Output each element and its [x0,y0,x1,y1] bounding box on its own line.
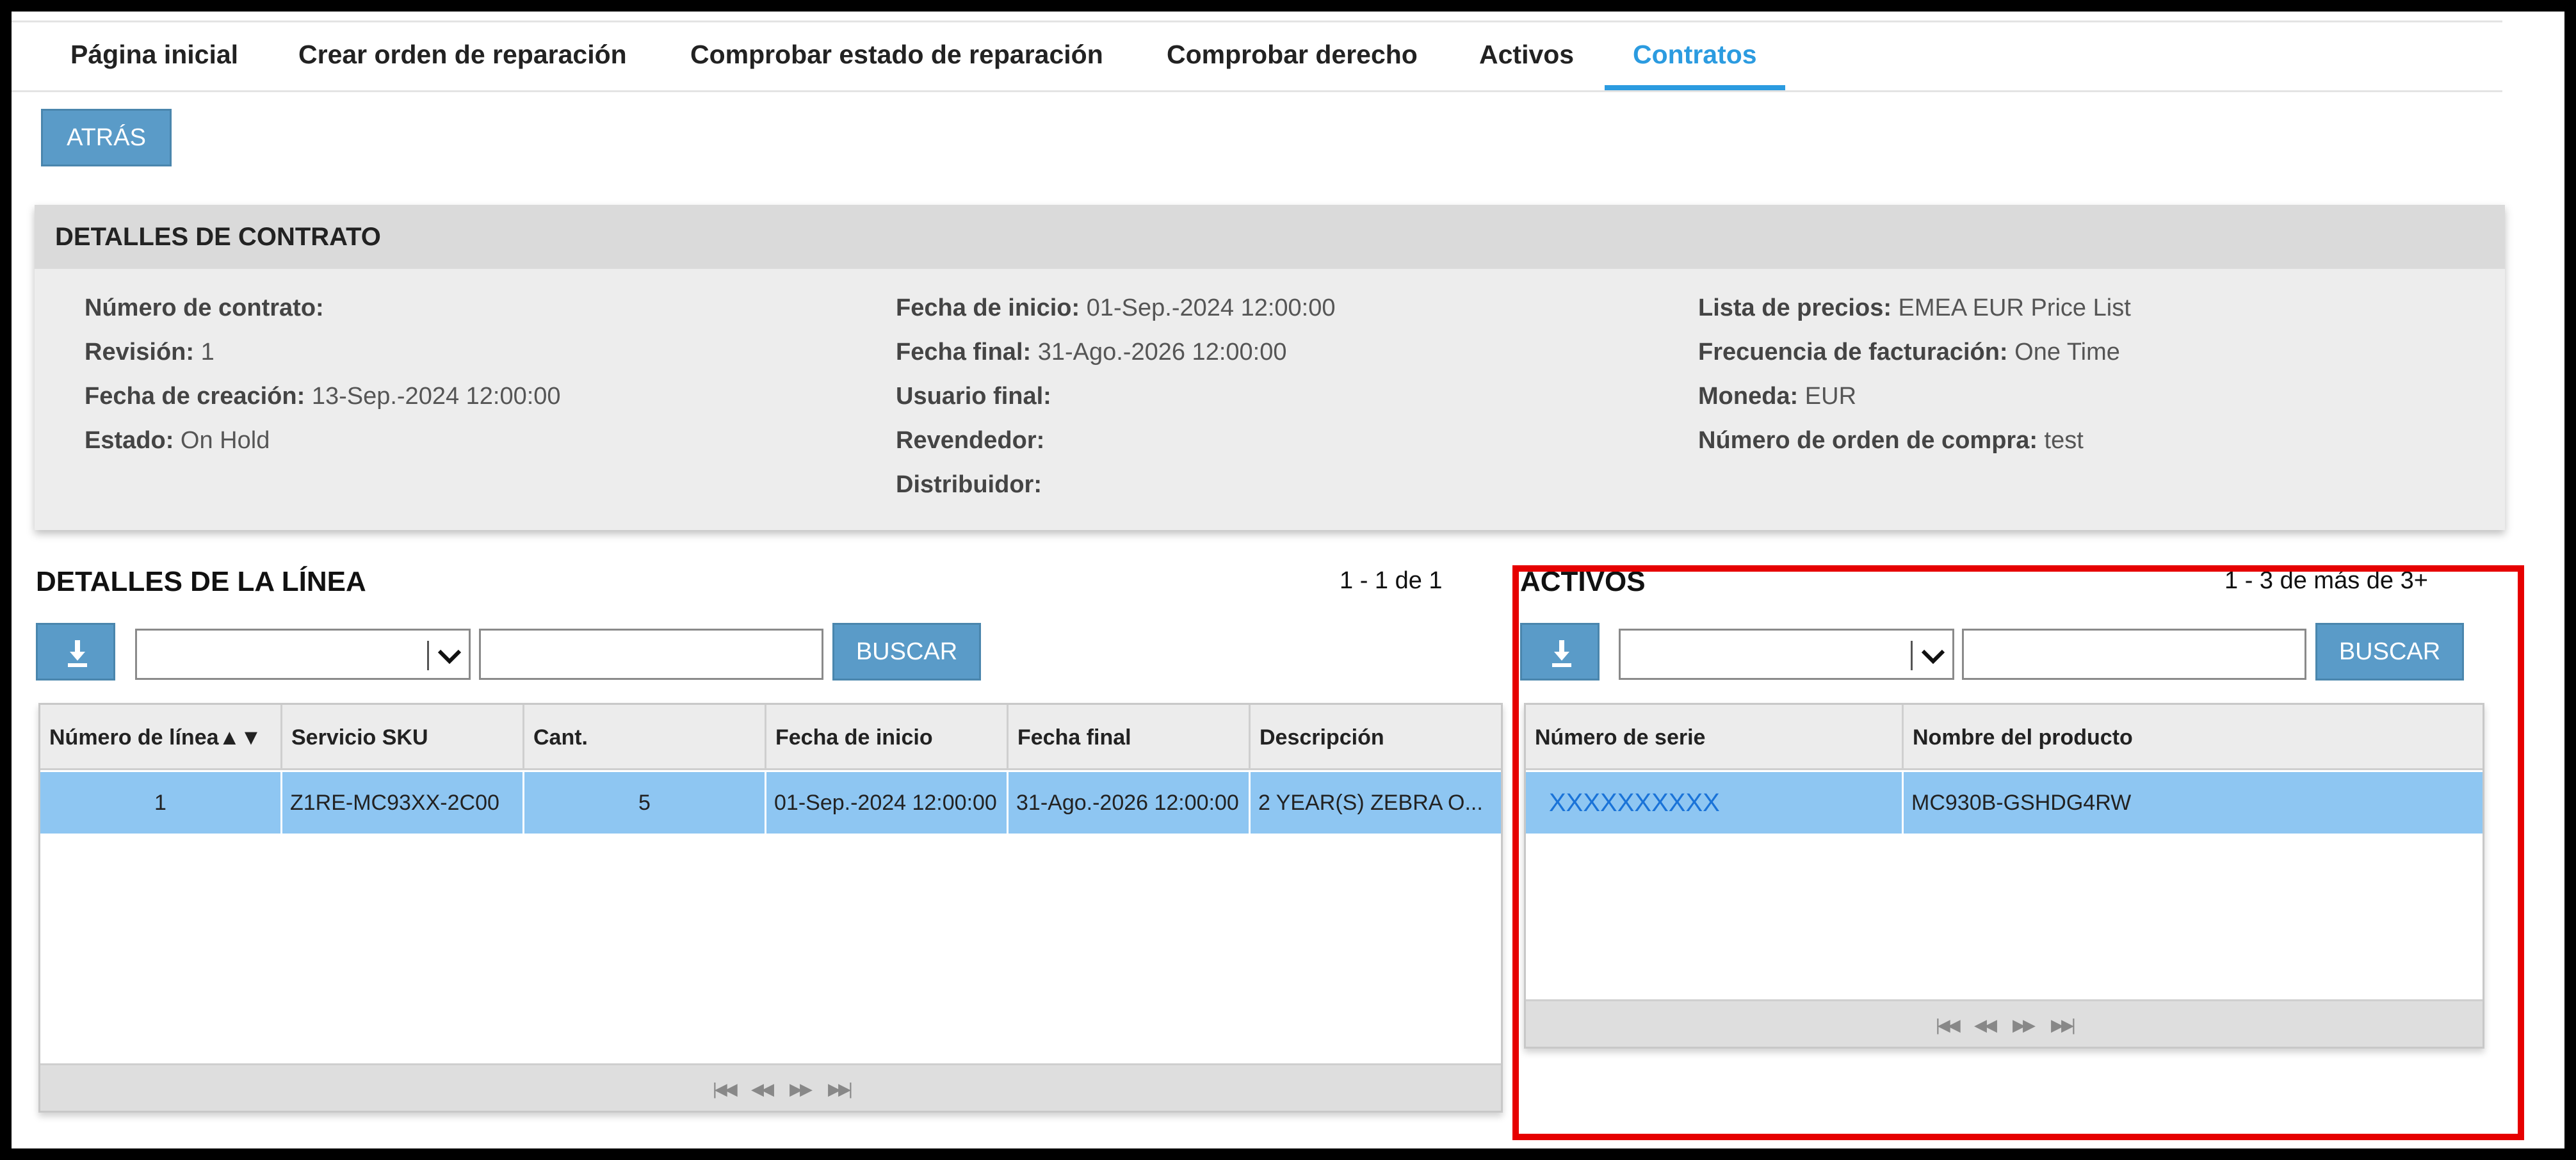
field-label: Número de contrato: [85,294,324,321]
tab-contratos[interactable]: Contratos [1633,22,1757,90]
last-page-icon[interactable]: ▶▶| [828,1065,853,1111]
line-details-grid: Número de línea▲▼ Servicio SKU Cant. Fec… [38,703,1503,1113]
field-value: 31-Ago.-2026 12:00:00 [1037,339,1287,366]
creation-date-field: Fecha de creación: 13-Sep.-2024 12:00:00 [85,383,561,410]
currency-field: Moneda: EUR [1698,383,1856,410]
cell-line-number: 1 [40,772,282,834]
line-download-button[interactable] [36,623,115,681]
field-value: One Time [2014,339,2120,366]
line-filter-select[interactable] [135,629,471,680]
app-frame: Página inicial Crear orden de reparación… [12,12,2564,1148]
chevron-down-icon [437,649,462,665]
field-value: 1 [200,339,215,366]
field-value: test [2044,427,2084,454]
highlight-box [1512,565,2524,1140]
cell-sku: Z1RE-MC93XX-2C00 [282,772,524,834]
sort-icon[interactable]: ▲▼ [219,725,262,750]
tab-activos[interactable]: Activos [1479,22,1574,90]
active-tab-indicator [1605,85,1785,90]
first-page-icon[interactable]: |◀◀ [713,1065,738,1111]
distributor-field: Distribuidor: [896,471,1042,499]
end-date-field: Fecha final: 31-Ago.-2026 12:00:00 [896,339,1286,366]
field-value: EUR [1804,383,1857,410]
field-label: Revendedor: [896,427,1045,454]
tab-pagina-inicial[interactable]: Página inicial [70,22,238,90]
cell-start-date: 01-Sep.-2024 12:00:00 [766,772,1009,834]
cell-description: 2 YEAR(S) ZEBRA O... [1258,791,1483,815]
grid-header: Número de línea▲▼ Servicio SKU Cant. Fec… [40,705,1501,770]
price-list-field: Lista de precios: EMEA EUR Price List [1698,294,2131,322]
billing-frequency-field: Frecuencia de facturación: One Time [1698,339,2120,366]
column-header-description[interactable]: Descripción [1251,705,1501,770]
grid-pager: |◀◀ ◀◀ ▶▶ ▶▶| [40,1063,1501,1111]
contract-details-panel: DETALLES DE CONTRATO Número de contrato:… [35,205,2505,530]
next-page-icon[interactable]: ▶▶ [790,1065,813,1111]
field-label: Distribuidor: [896,471,1042,498]
line-details-title: DETALLES DE LA LÍNEA [36,566,366,597]
purchase-order-field: Número de orden de compra: test [1698,427,2084,455]
reseller-field: Revendedor: [896,427,1044,455]
line-search-input[interactable] [479,629,823,680]
back-button[interactable]: ATRÁS [41,109,172,166]
start-date-field: Fecha de inicio: 01-Sep.-2024 12:00:00 [896,294,1336,322]
tab-comprobar-derecho[interactable]: Comprobar derecho [1167,22,1418,90]
select-separator [427,641,429,670]
prev-page-icon[interactable]: ◀◀ [751,1065,774,1111]
field-label: Moneda: [1698,383,1799,410]
line-details-count: 1 - 1 de 1 [1340,567,1443,594]
field-value: 13-Sep.-2024 12:00:00 [311,383,561,410]
column-header-sku[interactable]: Servicio SKU [282,705,524,770]
field-label: Revisión: [85,339,195,366]
column-label: Número de línea [49,725,219,750]
tab-crear-orden[interactable]: Crear orden de reparación [298,22,627,90]
field-value: EMEA EUR Price List [1898,294,2131,321]
line-search-button[interactable]: BUSCAR [832,623,981,681]
field-label: Lista de precios: [1698,294,1891,321]
field-label: Fecha de inicio: [896,294,1080,321]
field-label: Usuario final: [896,383,1051,410]
field-label: Fecha final: [896,339,1032,366]
column-header-end-date[interactable]: Fecha final [1009,705,1251,770]
cell-end-date: 31-Ago.-2026 12:00:00 [1009,772,1251,834]
field-value: 01-Sep.-2024 12:00:00 [1086,294,1336,321]
field-label: Estado: [85,427,174,454]
tab-comprobar-estado[interactable]: Comprobar estado de reparación [690,22,1103,90]
status-field: Estado: On Hold [85,427,270,455]
field-label: Fecha de creación: [85,383,305,410]
field-label: Frecuencia de facturación: [1698,339,2008,366]
column-header-start-date[interactable]: Fecha de inicio [766,705,1009,770]
revision-field: Revisión: 1 [85,339,215,366]
contract-number-field: Número de contrato: [85,294,324,322]
column-header-qty[interactable]: Cant. [524,705,766,770]
download-icon [68,640,87,667]
main-nav: Página inicial Crear orden de reparación… [12,20,2502,92]
field-value: On Hold [180,427,270,454]
field-label: Número de orden de compra: [1698,427,2037,454]
column-header-line-number[interactable]: Número de línea▲▼ [40,705,282,770]
end-user-field: Usuario final: [896,383,1051,410]
contract-details-title: DETALLES DE CONTRATO [35,205,2505,269]
cell-qty: 5 [524,772,766,834]
table-row[interactable]: 1 Z1RE-MC93XX-2C00 5 01-Sep.-2024 12:00:… [40,772,1501,834]
